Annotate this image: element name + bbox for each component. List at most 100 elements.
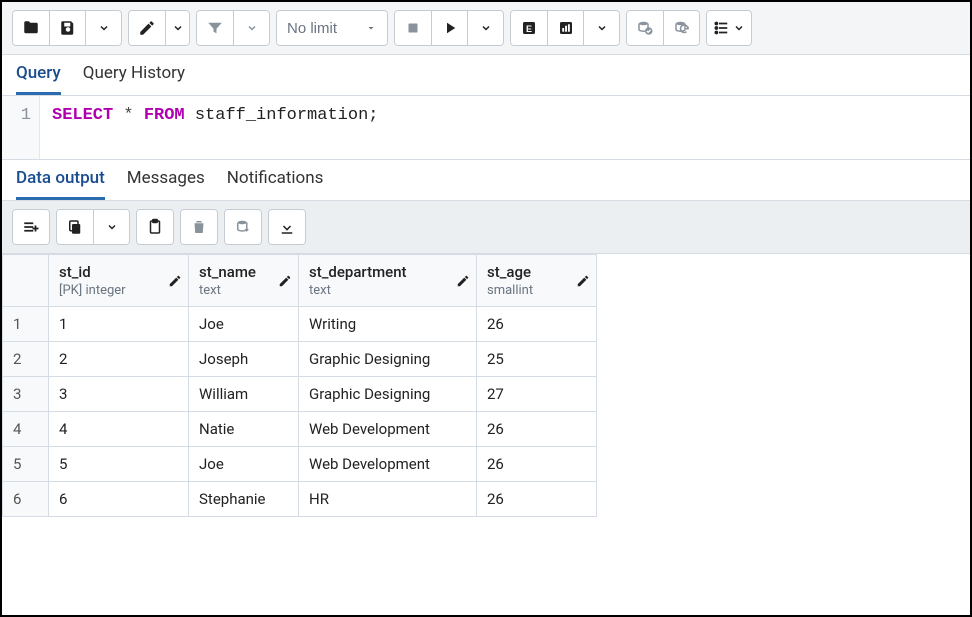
db-undo-icon [673, 19, 691, 37]
transaction-group [626, 10, 700, 46]
filter-dropdown[interactable] [233, 11, 269, 45]
column-name: st_department [309, 263, 407, 281]
table-row[interactable]: 22JosephGraphic Designing25 [3, 342, 597, 377]
line-number: 1 [21, 106, 31, 125]
cell-st_department[interactable]: Web Development [299, 447, 477, 482]
cell-st_name[interactable]: Joe [189, 307, 299, 342]
copy-button[interactable] [57, 210, 93, 244]
header-row: st_id[PK] integerst_nametextst_departmen… [3, 255, 597, 307]
tab-messages[interactable]: Messages [127, 168, 205, 200]
db-save-icon [234, 218, 252, 236]
query-tabs: Query Query History [2, 55, 970, 96]
column-name: st_age [487, 263, 531, 281]
explain-dropdown[interactable] [583, 11, 619, 45]
savedata-group [224, 209, 262, 245]
filter-button[interactable] [197, 11, 233, 45]
column-header-st_age[interactable]: st_age smallint [477, 255, 597, 307]
cell-st_department[interactable]: Graphic Designing [299, 377, 477, 412]
cell-st_id[interactable]: 3 [49, 377, 189, 412]
execute-button[interactable] [431, 11, 467, 45]
cell-st_age[interactable]: 26 [477, 447, 597, 482]
limit-dropdown[interactable]: No limit [277, 11, 387, 45]
cell-st_age[interactable]: 26 [477, 307, 597, 342]
paste-button[interactable] [137, 210, 173, 244]
rollback-button[interactable] [663, 11, 699, 45]
cell-st_department[interactable]: Graphic Designing [299, 342, 477, 377]
macros-group [706, 10, 752, 46]
table-row[interactable]: 66StephanieHR26 [3, 482, 597, 517]
row-number: 6 [3, 482, 49, 517]
cell-st_id[interactable]: 4 [49, 412, 189, 447]
tab-data-output[interactable]: Data output [16, 168, 105, 200]
table-row[interactable]: 11JoeWriting26 [3, 307, 597, 342]
pencil-icon [138, 19, 156, 37]
cell-st_name[interactable]: Stephanie [189, 482, 299, 517]
column-header-st_id[interactable]: st_id [PK] integer [49, 255, 189, 307]
pencil-icon[interactable] [278, 274, 292, 288]
cell-st_id[interactable]: 2 [49, 342, 189, 377]
column-type: text [309, 283, 466, 298]
open-file-button[interactable] [13, 11, 49, 45]
column-name: st_id [59, 263, 91, 281]
stop-button[interactable] [395, 11, 431, 45]
cell-st_id[interactable]: 1 [49, 307, 189, 342]
commit-button[interactable] [627, 11, 663, 45]
play-icon [441, 19, 459, 37]
explain-button[interactable]: E [511, 11, 547, 45]
copy-dropdown[interactable] [93, 210, 129, 244]
result-tabs: Data output Messages Notifications [2, 160, 970, 201]
cell-st_name[interactable]: Joe [189, 447, 299, 482]
download-icon [278, 218, 296, 236]
cell-st_department[interactable]: Web Development [299, 412, 477, 447]
cell-st_name[interactable]: William [189, 377, 299, 412]
tab-query[interactable]: Query [16, 63, 61, 95]
edit-button[interactable] [129, 11, 165, 45]
macros-button[interactable] [707, 11, 751, 45]
sql-editor[interactable]: 1 SELECT * FROM staff_information; [2, 96, 970, 160]
table-row[interactable]: 44NatieWeb Development26 [3, 412, 597, 447]
cell-st_id[interactable]: 6 [49, 482, 189, 517]
execute-dropdown[interactable] [467, 11, 503, 45]
cell-st_name[interactable]: Natie [189, 412, 299, 447]
cell-st_department[interactable]: Writing [299, 307, 477, 342]
pencil-icon[interactable] [456, 274, 470, 288]
cell-st_department[interactable]: HR [299, 482, 477, 517]
explain-analyze-button[interactable] [547, 11, 583, 45]
row-number: 5 [3, 447, 49, 482]
row-number: 4 [3, 412, 49, 447]
edit-dropdown[interactable] [165, 11, 189, 45]
db-check-icon [636, 19, 654, 37]
download-button[interactable] [269, 210, 305, 244]
line-gutter: 1 [2, 96, 40, 159]
pencil-icon[interactable] [168, 274, 182, 288]
column-type: [PK] integer [59, 283, 178, 298]
column-type: smallint [487, 283, 586, 298]
save-dropdown[interactable] [85, 11, 121, 45]
save-data-button[interactable] [225, 210, 261, 244]
copy-group [56, 209, 130, 245]
explain-group: E [510, 10, 620, 46]
delete-button[interactable] [181, 210, 217, 244]
cell-st_age[interactable]: 26 [477, 482, 597, 517]
filter-icon [206, 19, 224, 37]
tab-notifications[interactable]: Notifications [227, 168, 324, 200]
cell-st_age[interactable]: 26 [477, 412, 597, 447]
edit-group [128, 10, 190, 46]
table-row[interactable]: 55JoeWeb Development26 [3, 447, 597, 482]
cell-st_age[interactable]: 27 [477, 377, 597, 412]
column-header-st_department[interactable]: st_departmenttext [299, 255, 477, 307]
paste-group [136, 209, 174, 245]
table-row[interactable]: 33WilliamGraphic Designing27 [3, 377, 597, 412]
explain-icon: E [520, 19, 538, 37]
row-number: 1 [3, 307, 49, 342]
cell-st_name[interactable]: Joseph [189, 342, 299, 377]
add-row-button[interactable] [13, 210, 49, 244]
column-header-st_name[interactable]: st_nametext [189, 255, 299, 307]
sql-code[interactable]: SELECT * FROM staff_information; [40, 96, 390, 159]
tab-query-history[interactable]: Query History [83, 63, 185, 95]
pencil-icon[interactable] [576, 274, 590, 288]
save-button[interactable] [49, 11, 85, 45]
cell-st_age[interactable]: 25 [477, 342, 597, 377]
cell-st_id[interactable]: 5 [49, 447, 189, 482]
result-toolbar [2, 201, 970, 254]
